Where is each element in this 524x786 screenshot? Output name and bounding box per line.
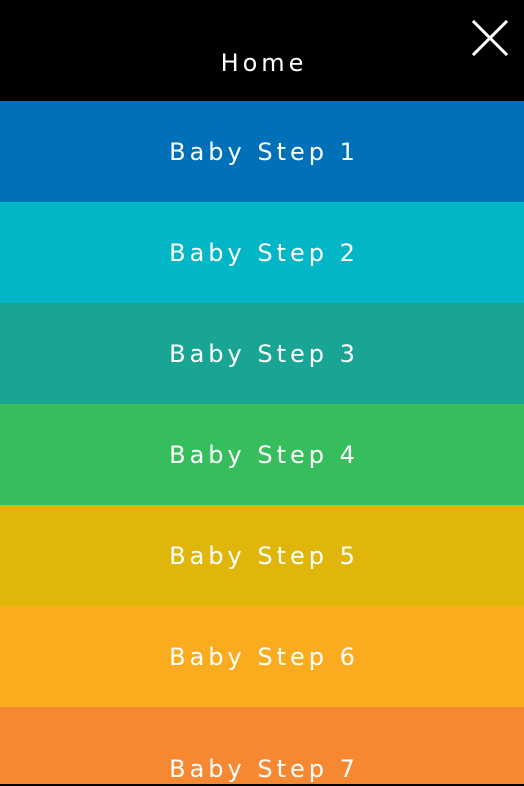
menu-item-baby-step-4[interactable]: Baby Step 4 bbox=[0, 404, 524, 505]
menu-item-label: Baby Step 2 bbox=[169, 238, 359, 267]
menu-item-baby-step-7[interactable]: Baby Step 7 bbox=[0, 707, 524, 784]
menu-item-label: Baby Step 3 bbox=[169, 339, 359, 368]
close-button[interactable] bbox=[472, 20, 508, 56]
menu-item-baby-step-5[interactable]: Baby Step 5 bbox=[0, 505, 524, 606]
menu-item-label: Baby Step 5 bbox=[169, 541, 359, 570]
close-icon bbox=[472, 20, 508, 56]
menu-item-baby-step-6[interactable]: Baby Step 6 bbox=[0, 606, 524, 707]
menu-item-label: Baby Step 4 bbox=[169, 440, 359, 469]
menu-item-home[interactable]: Home bbox=[0, 0, 524, 101]
menu-item-baby-step-3[interactable]: Baby Step 3 bbox=[0, 303, 524, 404]
menu-item-baby-step-2[interactable]: Baby Step 2 bbox=[0, 202, 524, 303]
menu-item-label: Baby Step 6 bbox=[169, 642, 359, 671]
menu-item-baby-step-1[interactable]: Baby Step 1 bbox=[0, 101, 524, 202]
menu-item-label: Baby Step 1 bbox=[169, 137, 359, 166]
menu-item-label: Home bbox=[220, 48, 308, 77]
menu-item-label: Baby Step 7 bbox=[169, 755, 359, 783]
navigation-menu: Home Baby Step 1 Baby Step 2 Baby Step 3… bbox=[0, 0, 524, 786]
